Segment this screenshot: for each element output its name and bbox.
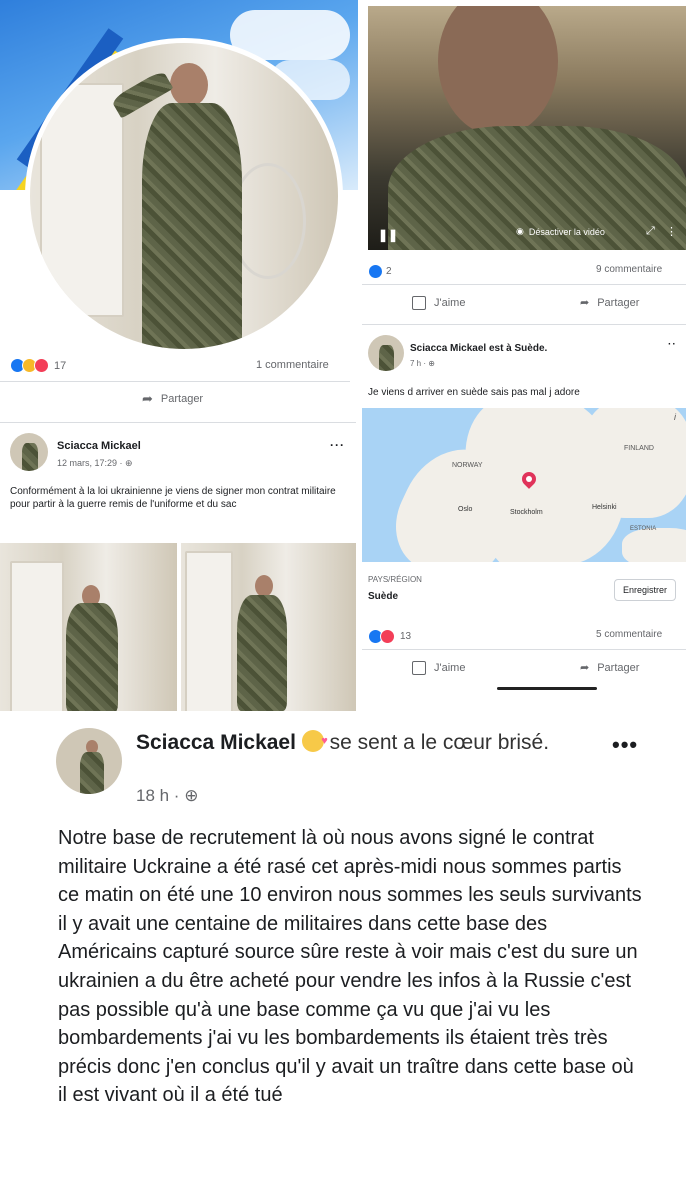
pause-icon[interactable]: ❚❚ [378, 228, 398, 242]
divider [362, 649, 686, 650]
post-text: Conformément à la loi ukrainienne je vie… [10, 486, 336, 510]
post-time-label: 18 h · [136, 786, 185, 805]
map-info-icon[interactable]: i [674, 412, 676, 422]
comment-count[interactable]: 1 commentaire [256, 359, 329, 371]
post-text: Je viens d arriver en suède sais pas mal… [368, 387, 580, 398]
reaction-summary[interactable]: 2 [368, 264, 392, 279]
post-time[interactable]: 7 h · ⊕ [410, 359, 435, 368]
fullscreen-icon[interactable]: ⤢ [646, 225, 655, 238]
share-icon: ➦ [142, 391, 153, 406]
divider [0, 381, 350, 382]
reaction-count: 2 [386, 266, 392, 277]
thumbs-up-icon [412, 296, 426, 310]
video-player[interactable]: ❚❚ ◉ Désactiver la vidéo ⤢ ⋮ [368, 6, 686, 250]
reaction-summary[interactable]: 17 [10, 358, 66, 373]
more-options-icon[interactable]: ••• [612, 732, 638, 758]
heartbroken-emoji-icon: ♥ [301, 730, 328, 752]
map-label-oslo: Oslo [458, 506, 473, 513]
globe-icon: ⊕ [125, 458, 133, 468]
comment-count[interactable]: 5 commentaire [596, 629, 662, 640]
share-icon: ➦ [580, 662, 590, 674]
profile-picture[interactable] [25, 38, 343, 354]
scroll-indicator [497, 687, 597, 690]
profile-post: 17 1 commentaire ➦ Partager [0, 0, 358, 415]
share-label: Partager [597, 661, 640, 674]
love-reaction-icon [380, 629, 395, 644]
avatar[interactable] [56, 728, 122, 794]
map-label-stockholm: Stockholm [510, 509, 543, 516]
map-label-finland: FINLAND [624, 445, 654, 452]
share-button[interactable]: ➦ Partager [580, 661, 640, 675]
checkin-post: Sciacca Mickael est à Suède. 7 h · ⊕ ·· … [362, 324, 686, 697]
main-post: Sciacca Mickael ♥ se sent a le cœur bris… [0, 712, 686, 1188]
post-photo-1[interactable] [0, 543, 177, 711]
reaction-summary[interactable]: 13 [368, 629, 411, 644]
contract-post: Sciacca Mickael 12 mars, 17:29 · ⊕ ··· C… [0, 422, 356, 713]
like-reaction-icon [368, 264, 383, 279]
share-button[interactable]: ➦ Partager [142, 391, 203, 407]
post-time[interactable]: 12 mars, 17:29 · ⊕ [57, 458, 133, 469]
like-label: J'aime [434, 662, 466, 674]
post-header: Sciacca Mickael ♥ se sent a le cœur bris… [136, 729, 556, 757]
video-post: ❚❚ ◉ Désactiver la vidéo ⤢ ⋮ 2 9 comment… [362, 0, 686, 320]
comment-count[interactable]: 9 commentaire [596, 264, 662, 275]
globe-icon: ⊕ [428, 359, 435, 368]
place-type: PAYS/RÉGION [368, 575, 422, 584]
map-label-helsinki: Helsinki [592, 504, 617, 511]
like-button[interactable]: J'aime [412, 661, 465, 675]
share-label: Partager [597, 296, 640, 309]
more-options-icon[interactable]: ·· [668, 339, 677, 350]
like-label: J'aime [434, 297, 466, 309]
share-icon: ➦ [580, 297, 590, 309]
post-photo-2[interactable] [181, 543, 356, 711]
feeling-text: se sent a le cœur brisé. [329, 731, 550, 754]
post-time-label: 7 h · [410, 359, 429, 368]
author-name[interactable]: Sciacca Mickael [57, 440, 141, 452]
reaction-count: 13 [400, 631, 412, 642]
avatar[interactable] [10, 433, 48, 471]
reaction-count: 17 [54, 359, 67, 372]
mute-video-control[interactable]: ◉ Désactiver la vidéo [516, 226, 605, 237]
mute-video-label: Désactiver la vidéo [528, 226, 605, 237]
like-button[interactable]: J'aime [412, 296, 465, 310]
share-label: Partager [160, 393, 204, 405]
author-name[interactable]: Sciacca Mickael [136, 731, 296, 754]
post-text: Notre base de recrutement là où nous avo… [58, 827, 642, 1107]
more-options-icon[interactable]: ··· [330, 438, 345, 452]
avatar[interactable] [368, 335, 404, 371]
map-label-norway: NORWAY [452, 462, 483, 469]
thumbs-up-icon [412, 661, 426, 675]
author-checkin-line[interactable]: Sciacca Mickael est à Suède. [410, 343, 547, 354]
love-reaction-icon [34, 358, 49, 373]
post-time-label: 12 mars, 17:29 · [57, 458, 126, 468]
settings-icon[interactable]: ⋮ [666, 225, 677, 238]
post-time[interactable]: 18 h · ⊕ [136, 786, 198, 806]
save-place-button[interactable]: Enregistrer [614, 579, 677, 601]
map[interactable]: FINLAND NORWAY Oslo Stockholm Helsinki E… [362, 408, 686, 562]
place-name[interactable]: Suède [368, 591, 398, 602]
share-button[interactable]: ➦ Partager [580, 296, 640, 310]
globe-icon: ⊕ [184, 786, 199, 805]
divider [362, 284, 686, 285]
speaker-icon: ◉ [516, 226, 524, 236]
map-label-estonia: ESTONIA [630, 526, 657, 532]
